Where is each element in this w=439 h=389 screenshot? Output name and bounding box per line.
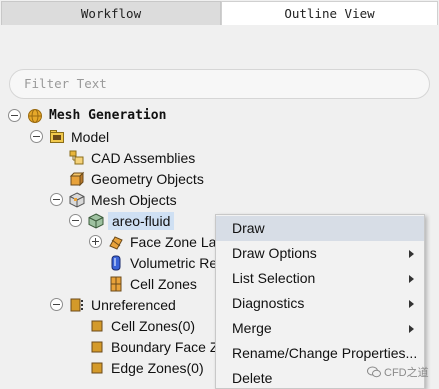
menu-item-label: List Selection xyxy=(232,270,316,286)
mesh-objects-icon xyxy=(69,191,85,208)
collapse-icon[interactable] xyxy=(50,193,63,206)
collapse-icon[interactable] xyxy=(30,130,43,143)
tree-item-label: areo-fluid xyxy=(108,211,175,230)
context-menu: Draw Draw Options List Selection Diagnos… xyxy=(215,214,425,389)
zone-folder-icon xyxy=(89,360,105,376)
expand-icon[interactable] xyxy=(89,235,102,248)
collapse-icon[interactable] xyxy=(8,109,21,122)
tree-item-label: Unreferenced xyxy=(91,296,176,313)
submenu-arrow-icon xyxy=(409,300,414,308)
menu-item-merge[interactable]: Merge xyxy=(216,316,424,341)
tree-item-boundary-face-zones[interactable]: Boundary Face Z xyxy=(89,336,218,357)
tree-item-label: Face Zone La xyxy=(130,233,217,250)
tree-item-mesh-generation[interactable]: Mesh Generation xyxy=(8,105,166,126)
submenu-arrow-icon xyxy=(409,250,414,258)
cell-zones-icon xyxy=(108,276,124,292)
zone-folder-icon xyxy=(89,318,105,334)
tree-item-edge-zones-0[interactable]: Edge Zones(0) xyxy=(89,357,204,378)
tree-item-label: Cell Zones xyxy=(130,275,197,292)
tree-item-face-zone-labels[interactable]: Face Zone La xyxy=(89,231,216,252)
tree-item-label: Geometry Objects xyxy=(91,170,204,187)
unreferenced-icon xyxy=(69,297,85,313)
menu-item-draw-options[interactable]: Draw Options xyxy=(216,241,424,266)
tree-item-cad-assemblies[interactable]: CAD Assemblies xyxy=(69,147,195,168)
watermark: CFD之道 xyxy=(367,364,429,380)
tree-item-cell-zones-0[interactable]: Cell Zones(0) xyxy=(89,315,195,336)
menu-item-rename[interactable]: Rename/Change Properties... xyxy=(216,341,424,366)
tree-item-model[interactable]: Model xyxy=(30,126,109,147)
watermark-text: CFD之道 xyxy=(384,367,429,379)
tree-item-label: Mesh Generation xyxy=(49,108,167,123)
tab-outline-view[interactable]: Outline View xyxy=(221,1,438,25)
tree-item-label: Cell Zones(0) xyxy=(111,317,196,334)
tree-item-label: Boundary Face Z xyxy=(111,338,219,355)
menu-item-label: Diagnostics xyxy=(232,295,305,311)
tree-item-mesh-objects[interactable]: Mesh Objects xyxy=(50,189,177,210)
tree-item-geometry-objects[interactable]: Geometry Objects xyxy=(69,168,204,189)
collapse-icon[interactable] xyxy=(50,298,63,311)
filter-input[interactable]: Filter Text xyxy=(9,69,430,99)
tree-item-areo-fluid[interactable]: areo-fluid xyxy=(69,210,175,231)
tree-item-unreferenced[interactable]: Unreferenced xyxy=(50,294,176,315)
menu-item-draw[interactable]: Draw xyxy=(216,216,424,241)
submenu-arrow-icon xyxy=(409,275,414,283)
tree-item-label: Mesh Objects xyxy=(91,191,177,208)
tab-workflow[interactable]: Workflow xyxy=(1,1,221,25)
menu-item-list-selection[interactable]: List Selection xyxy=(216,266,424,291)
tree-item-label: Model xyxy=(71,128,110,145)
globe-icon xyxy=(27,108,43,124)
menu-item-diagnostics[interactable]: Diagnostics xyxy=(216,291,424,316)
submenu-arrow-icon xyxy=(409,325,414,333)
tree-item-label: Volumetric Re xyxy=(130,254,218,271)
geometry-objects-icon xyxy=(69,171,85,187)
tree-item-cell-zones[interactable]: Cell Zones xyxy=(108,273,197,294)
tab-bar: Workflow Outline View xyxy=(0,0,439,26)
mesh-cube-icon xyxy=(88,212,104,229)
menu-item-label: Draw Options xyxy=(232,245,317,261)
volumetric-region-icon xyxy=(108,255,124,271)
wechat-icon xyxy=(367,366,381,378)
tree-item-volumetric-regions[interactable]: Volumetric Re xyxy=(108,252,217,273)
menu-item-label: Merge xyxy=(232,320,272,336)
face-zone-icon xyxy=(108,234,124,250)
model-icon xyxy=(49,129,65,145)
tree-item-label: Edge Zones(0) xyxy=(111,359,204,376)
zone-folder-icon xyxy=(89,339,105,355)
collapse-icon[interactable] xyxy=(69,214,82,227)
cad-assemblies-icon xyxy=(69,150,85,166)
tree-item-label: CAD Assemblies xyxy=(91,149,196,166)
